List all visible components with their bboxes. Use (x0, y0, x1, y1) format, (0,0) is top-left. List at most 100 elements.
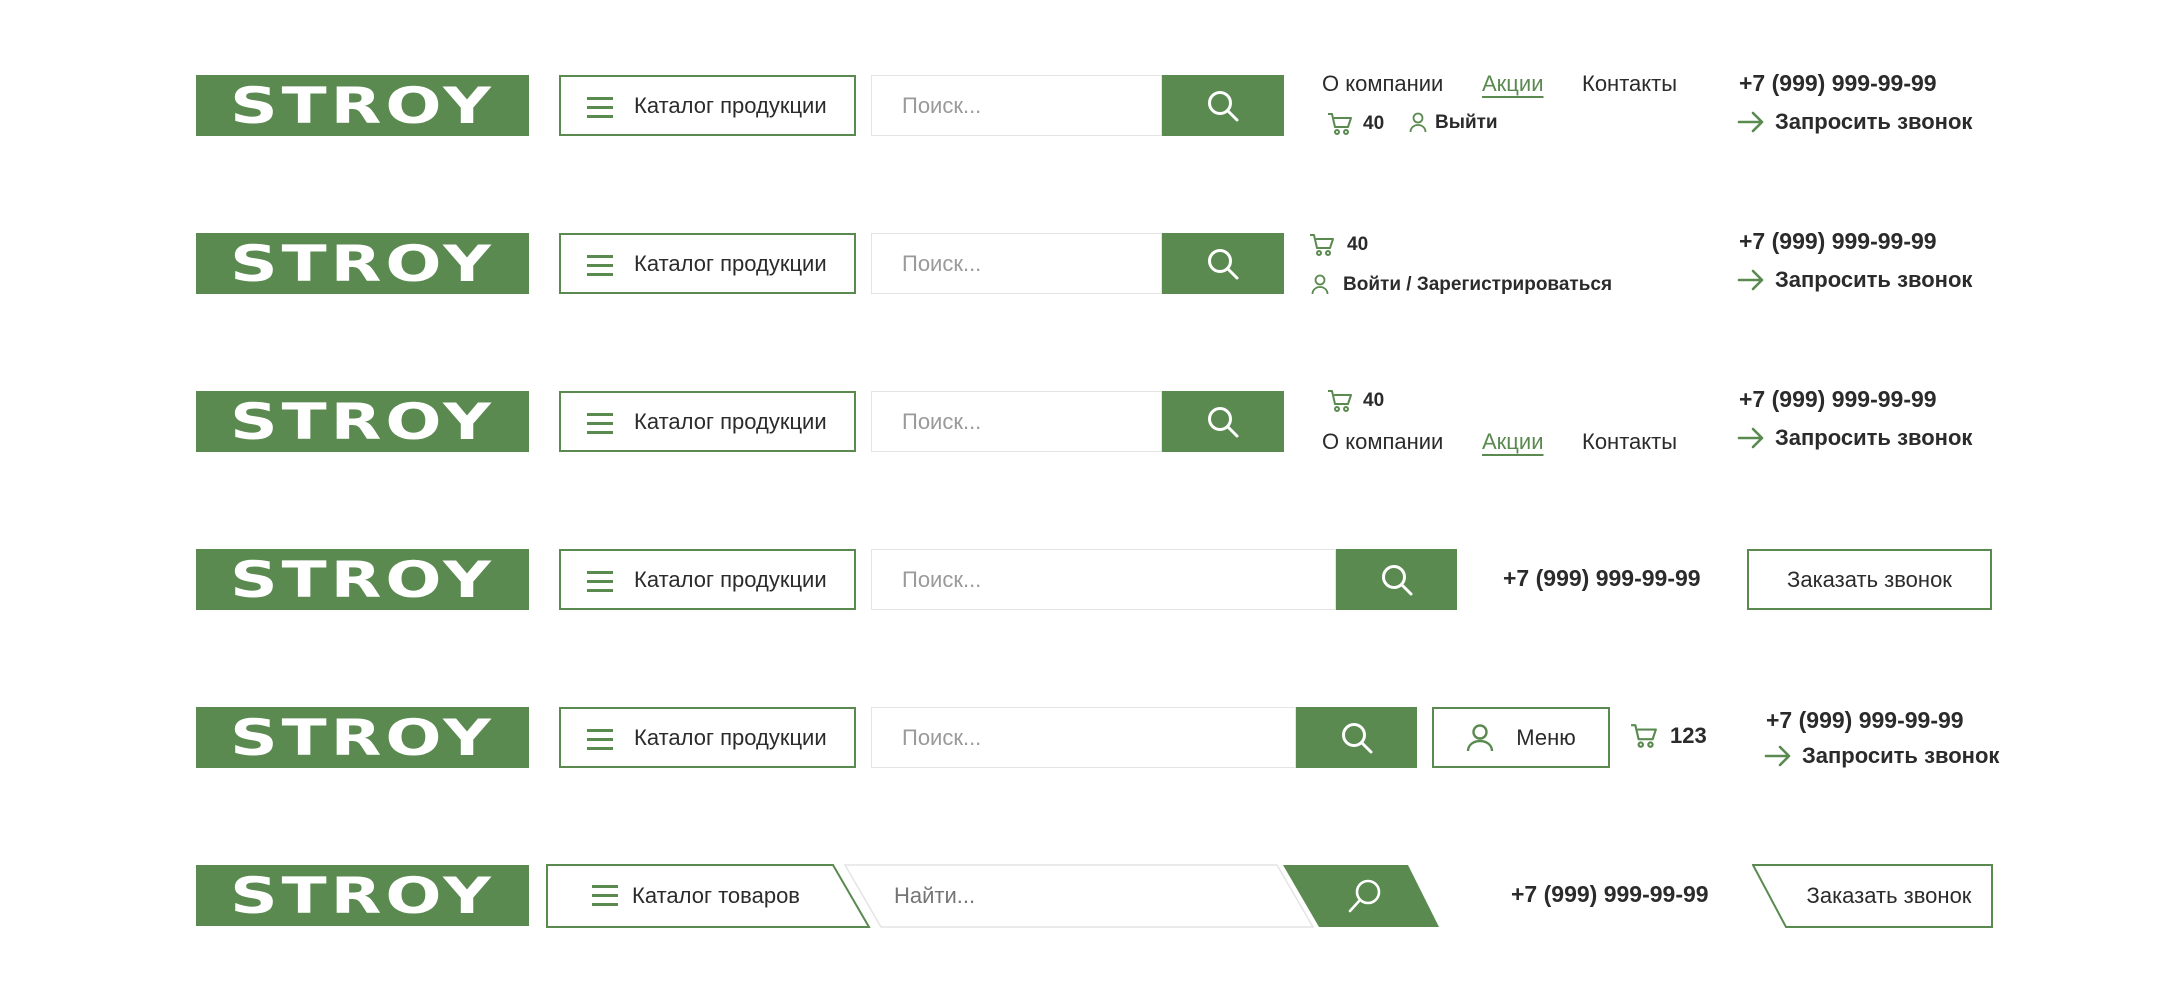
order-call-label: Заказать звонок (1806, 882, 1972, 908)
catalog-button[interactable]: Каталог продукции (559, 233, 856, 294)
nav-about[interactable]: О компании (1322, 71, 1443, 97)
logo[interactable]: STROY (196, 865, 529, 926)
user-icon (1467, 723, 1494, 751)
search-button[interactable] (1296, 707, 1417, 768)
phone-number[interactable]: +7 (999) 999-99-99 (1511, 881, 1709, 908)
search-icon (1208, 90, 1239, 121)
cart[interactable]: 123 (1630, 723, 1707, 749)
arrow-right-icon (1737, 269, 1764, 291)
cart-icon (1631, 724, 1657, 748)
logo-text: STROY (230, 866, 495, 925)
catalog-button[interactable]: Каталог продукции (559, 549, 856, 610)
request-call-label: Запросить звонок (1775, 109, 1973, 134)
search-button[interactable] (1336, 549, 1457, 610)
phone-number[interactable]: +7 (999) 999-99-99 (1739, 228, 1937, 255)
cart-icon (1310, 234, 1334, 256)
burger-icon (587, 571, 613, 593)
logo[interactable]: STROY (196, 707, 529, 768)
search-field (871, 75, 1162, 136)
search-icon (1208, 248, 1239, 279)
search-input[interactable] (868, 865, 1314, 926)
cart-icon (1328, 390, 1352, 412)
burger-icon (587, 255, 613, 277)
search-field (868, 865, 1314, 926)
search-icon (1381, 564, 1412, 595)
cart-count: 123 (1670, 723, 1707, 748)
search-field (871, 391, 1162, 452)
nav-promotions[interactable]: Акции (1482, 71, 1543, 97)
phone-number[interactable]: +7 (999) 999-99-99 (1739, 386, 1937, 413)
cart-count: 40 (1347, 234, 1369, 255)
search-input[interactable] (872, 76, 1161, 135)
logo-text: STROY (230, 550, 495, 609)
search-button[interactable] (1300, 865, 1430, 926)
order-call-button[interactable]: Заказать звонок (1747, 549, 1992, 610)
logo[interactable]: STROY (196, 549, 529, 610)
cart[interactable]: 40 (1309, 233, 1368, 257)
logo-text: STROY (230, 392, 495, 451)
catalog-button[interactable]: Каталог продукции (559, 75, 856, 136)
search-input[interactable] (872, 392, 1161, 451)
arrow-right-icon (1737, 427, 1764, 449)
burger-icon (587, 413, 613, 435)
search-input[interactable] (872, 234, 1161, 293)
catalog-button[interactable]: Каталог товаров (546, 865, 868, 926)
cart-count: 40 (1363, 113, 1385, 134)
request-call-label: Запросить звонок (1802, 743, 2000, 768)
search-button[interactable] (1162, 391, 1284, 452)
logout-label: Выйти (1435, 112, 1498, 133)
burger-icon (587, 97, 613, 119)
nav-contacts[interactable]: Контакты (1582, 71, 1677, 97)
logo[interactable]: STROY (196, 75, 529, 136)
menu-label: Меню (1516, 724, 1576, 750)
user-icon (1311, 274, 1329, 295)
nav-promotions[interactable]: Акции (1482, 429, 1543, 455)
search-icon (1208, 406, 1239, 437)
search-button[interactable] (1162, 75, 1284, 136)
logo-text: STROY (230, 76, 495, 135)
catalog-button[interactable]: Каталог продукции (559, 707, 856, 768)
search-field (871, 233, 1162, 294)
catalog-label: Каталог продукции (634, 725, 827, 750)
catalog-label: Каталог продукции (634, 251, 827, 276)
cart[interactable]: 40 (1327, 389, 1384, 413)
catalog-button[interactable]: Каталог продукции (559, 391, 856, 452)
arrow-right-icon (1737, 111, 1764, 133)
phone-number[interactable]: +7 (999) 999-99-99 (1503, 565, 1701, 592)
request-call-link[interactable]: Запросить звонок (1737, 425, 1972, 451)
logo[interactable]: STROY (196, 391, 529, 452)
login-register-link[interactable]: Войти / Зарегистрироваться (1311, 274, 1612, 296)
catalog-label: Каталог продукции (634, 567, 827, 592)
search-input[interactable] (872, 708, 1295, 767)
nav-contacts[interactable]: Контакты (1582, 429, 1677, 455)
search-field (871, 707, 1296, 768)
cart-icon (1328, 113, 1352, 135)
logo-text: STROY (230, 708, 495, 767)
search-input[interactable] (872, 550, 1335, 609)
search-field (871, 549, 1336, 610)
logout-link[interactable]: Выйти (1409, 112, 1498, 134)
order-call-label: Заказать звонок (1787, 566, 1952, 592)
menu-button[interactable]: Меню (1432, 707, 1610, 768)
request-call-link[interactable]: Запросить звонок (1737, 109, 1972, 135)
catalog-label: Каталог продукции (634, 409, 827, 434)
logo[interactable]: STROY (196, 233, 529, 294)
cart[interactable]: 40 (1327, 112, 1384, 136)
nav-about[interactable]: О компании (1322, 429, 1443, 455)
phone-number[interactable]: +7 (999) 999-99-99 (1739, 70, 1937, 97)
arrow-right-icon (1764, 745, 1791, 767)
request-call-link[interactable]: Запросить звонок (1764, 743, 1999, 769)
burger-icon (592, 885, 618, 907)
user-icon (1409, 112, 1427, 133)
order-call-button[interactable]: Заказать звонок (1752, 865, 1992, 926)
catalog-label: Каталог продукции (634, 93, 827, 118)
search-icon (1348, 879, 1381, 912)
logo-text: STROY (230, 234, 495, 293)
login-register-label: Войти / Зарегистрироваться (1343, 274, 1613, 295)
request-call-link[interactable]: Запросить звонок (1737, 267, 1972, 293)
catalog-label: Каталог товаров (632, 883, 800, 908)
phone-number[interactable]: +7 (999) 999-99-99 (1766, 707, 1964, 734)
cart-count: 40 (1363, 390, 1385, 411)
request-call-label: Запросить звонок (1775, 425, 1973, 450)
search-button[interactable] (1162, 233, 1284, 294)
